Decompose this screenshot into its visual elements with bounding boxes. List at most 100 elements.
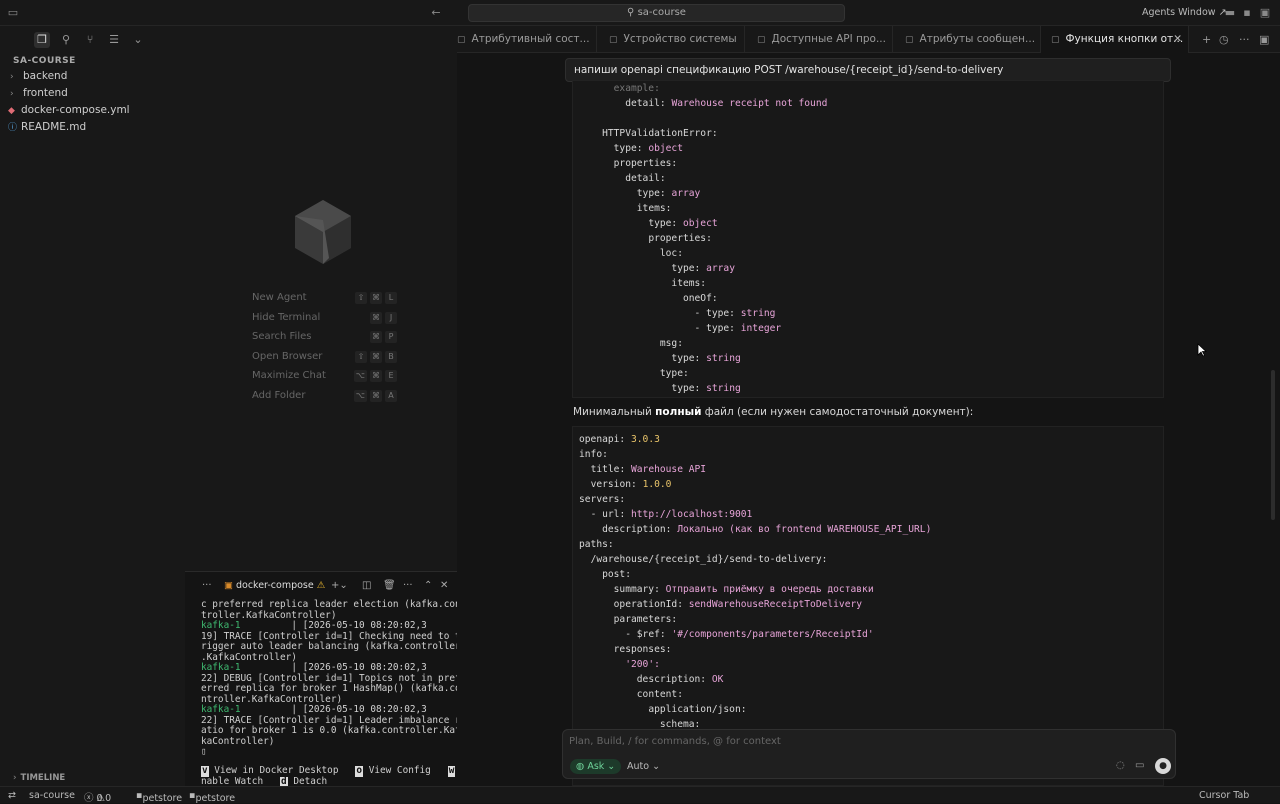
env-indicator-2[interactable]: ▪ petstore	[189, 790, 235, 804]
shortcut-row[interactable]: Open Browser ⇧ ⌘ B	[252, 347, 397, 367]
chat-tab-bar: ▢ Атрибутивный сост... ▢ Устройство систем…	[457, 26, 1280, 53]
branch-label[interactable]: sa-course	[29, 790, 75, 801]
command-search-bar[interactable]: ⚲ sa-course	[468, 4, 845, 22]
remote-icon[interactable]: ⇄	[8, 790, 16, 801]
tab-4[interactable]: ▢ Атрибуты сообщен...	[893, 26, 1041, 53]
chat-scrollbar[interactable]	[1271, 370, 1275, 520]
layout-icon[interactable]: ▣	[1259, 33, 1269, 46]
code-value: Warehouse API	[631, 464, 707, 475]
agents-window-link[interactable]: Agents Window ↗	[1142, 7, 1227, 18]
code-line: type: array	[579, 186, 1163, 201]
close-tab-icon[interactable]: ✕	[1173, 26, 1182, 53]
chat-icon: ▢	[457, 35, 466, 45]
cursor-tab-status[interactable]: Cursor Tab	[1199, 790, 1249, 801]
cursor-logo-icon	[295, 200, 351, 264]
key-o[interactable]: o	[355, 765, 364, 777]
code-value: http://localhost:9001	[631, 509, 753, 520]
mode-selector-button[interactable]: ◍ Ask ⌄	[570, 759, 622, 774]
shortcut-keys: ⇧ ⌘ B	[355, 347, 397, 363]
code-line: content:	[579, 687, 1163, 702]
sidebar-toggle-icon[interactable]: ▭	[6, 6, 20, 20]
panel-layout-icon[interactable]: ▬	[1223, 6, 1237, 20]
shortcut-row[interactable]: Hide Terminal ⌘ J	[252, 308, 397, 328]
trash-icon[interactable]: 🗑	[383, 580, 396, 591]
file-tree: › backend › frontend ◆ docker-compose.yml ⓘ…	[0, 68, 185, 136]
code-key: version:	[590, 479, 637, 490]
chevron-up-icon[interactable]: ⌃	[424, 580, 432, 591]
new-chat-icon[interactable]: +	[1202, 33, 1211, 46]
tree-file-readme[interactable]: ⓘ README.md	[0, 119, 185, 136]
shortcut-row[interactable]: New Agent ⇧ ⌘ L	[252, 288, 397, 308]
tree-file-docker-compose[interactable]: ◆ docker-compose.yml	[0, 102, 185, 119]
action-enable-watch-cont: nable Watch	[201, 775, 281, 787]
code-key: items:	[671, 278, 707, 289]
code-value: OK	[711, 674, 724, 685]
settings-panel-icon[interactable]: ▣	[1258, 6, 1272, 20]
code-key: detail:	[625, 98, 666, 109]
microphone-icon[interactable]: ●	[1155, 758, 1171, 774]
tab-5-active[interactable]: ▢ Функция кнопки от... ✕	[1041, 26, 1189, 53]
key-cap: ⌘	[370, 350, 382, 363]
info-icon: ⓘ	[8, 123, 18, 133]
chat-composer: Plan, Build, / for commands, @ for conte…	[562, 729, 1176, 779]
more-icon[interactable]: ···	[202, 580, 212, 591]
code-value: integer	[740, 323, 782, 334]
mouse-cursor-icon	[1197, 343, 1207, 357]
code-key: type:	[648, 218, 678, 229]
tab-2[interactable]: ▢ Устройство системы	[597, 26, 745, 53]
terminal-text: 19] TRACE [Controller id=1] Checking nee…	[201, 630, 461, 642]
code-line: '200':	[579, 657, 1163, 672]
close-icon[interactable]: ✕	[440, 580, 448, 591]
code-line: openapi: 3.0.3	[579, 432, 1163, 447]
code-key: type:	[613, 143, 643, 154]
tab-3[interactable]: ▢ Доступные API про...	[745, 26, 893, 53]
code-block-1[interactable]: example: detail: Warehouse receipt not f…	[572, 80, 1164, 398]
composer-input[interactable]: Plan, Build, / for commands, @ for conte…	[569, 736, 781, 747]
code-key: '200':	[625, 659, 660, 670]
user-prompt[interactable]: напиши openapi спецификацию POST /wareho…	[565, 58, 1171, 82]
files-icon[interactable]: ❐	[34, 32, 50, 48]
env-indicator-1[interactable]: ▪ petstore	[136, 790, 182, 804]
explorer-sidebar: ❐ ⚲ ⑂ ☰ ⌄ SA-COURSE › backend › frontend ◆…	[0, 26, 185, 786]
terminal-tab[interactable]: ▣ docker-compose ⚠	[224, 580, 325, 591]
code-key: description:	[636, 674, 707, 685]
terminal-output[interactable]: c preferred replica leader election (kaf…	[185, 599, 461, 758]
tab-1[interactable]: ▢ Атрибутивный сост...	[457, 26, 597, 53]
search-icon: ⚲	[627, 7, 635, 18]
project-title[interactable]: SA-COURSE	[0, 52, 185, 66]
code-line: type: array	[579, 261, 1163, 276]
history-icon[interactable]: ◷	[1219, 33, 1229, 46]
search-icon[interactable]: ⚲	[58, 32, 74, 48]
code-key: example:	[613, 83, 660, 94]
code-line: - type: integer	[579, 321, 1163, 336]
code-line: type: object	[579, 216, 1163, 231]
add-terminal-icon[interactable]: +⌄	[331, 580, 348, 591]
source-control-icon[interactable]: ⑂	[82, 32, 98, 48]
database-icon[interactable]: ☰	[106, 32, 122, 48]
shortcut-row[interactable]: Search Files ⌘ P	[252, 327, 397, 347]
timeline-section[interactable]: › TIMELINE	[13, 773, 65, 783]
model-selector-button[interactable]: Auto ⌄	[627, 761, 660, 772]
terminal-footer: v View in Docker Desktop o View Config w…	[201, 765, 467, 787]
tree-folder-backend[interactable]: › backend	[0, 68, 185, 85]
more-icon[interactable]: ···	[403, 580, 413, 591]
back-arrow-icon[interactable]: ←	[429, 6, 443, 20]
code-line: servers:	[579, 492, 1163, 507]
shortcut-keys: ⌥ ⌘ A	[353, 386, 397, 402]
more-icon[interactable]: ···	[1239, 33, 1250, 46]
code-key: description:	[602, 524, 672, 535]
key-cap: J	[385, 311, 397, 324]
terminal-text: troller.KafkaController)	[201, 609, 337, 621]
chevron-down-icon[interactable]: ⌄	[130, 32, 146, 48]
code-value: string	[706, 383, 741, 394]
problems-indicator[interactable]: ⓧ 0 ⚠ 0	[84, 790, 111, 804]
code-value: 1.0.0	[642, 479, 672, 490]
image-attach-icon[interactable]: ▭	[1135, 760, 1144, 771]
chat-bubble-icon[interactable]: ▪	[1240, 6, 1254, 20]
shortcut-row[interactable]: Add Folder ⌥ ⌘ A	[252, 386, 397, 406]
shortcut-row[interactable]: Maximize Chat ⌥ ⌘ E	[252, 366, 397, 386]
tree-folder-frontend[interactable]: › frontend	[0, 85, 185, 102]
split-terminal-icon[interactable]: ◫	[362, 580, 371, 591]
terminal-prefix: kafka-1	[201, 620, 241, 631]
